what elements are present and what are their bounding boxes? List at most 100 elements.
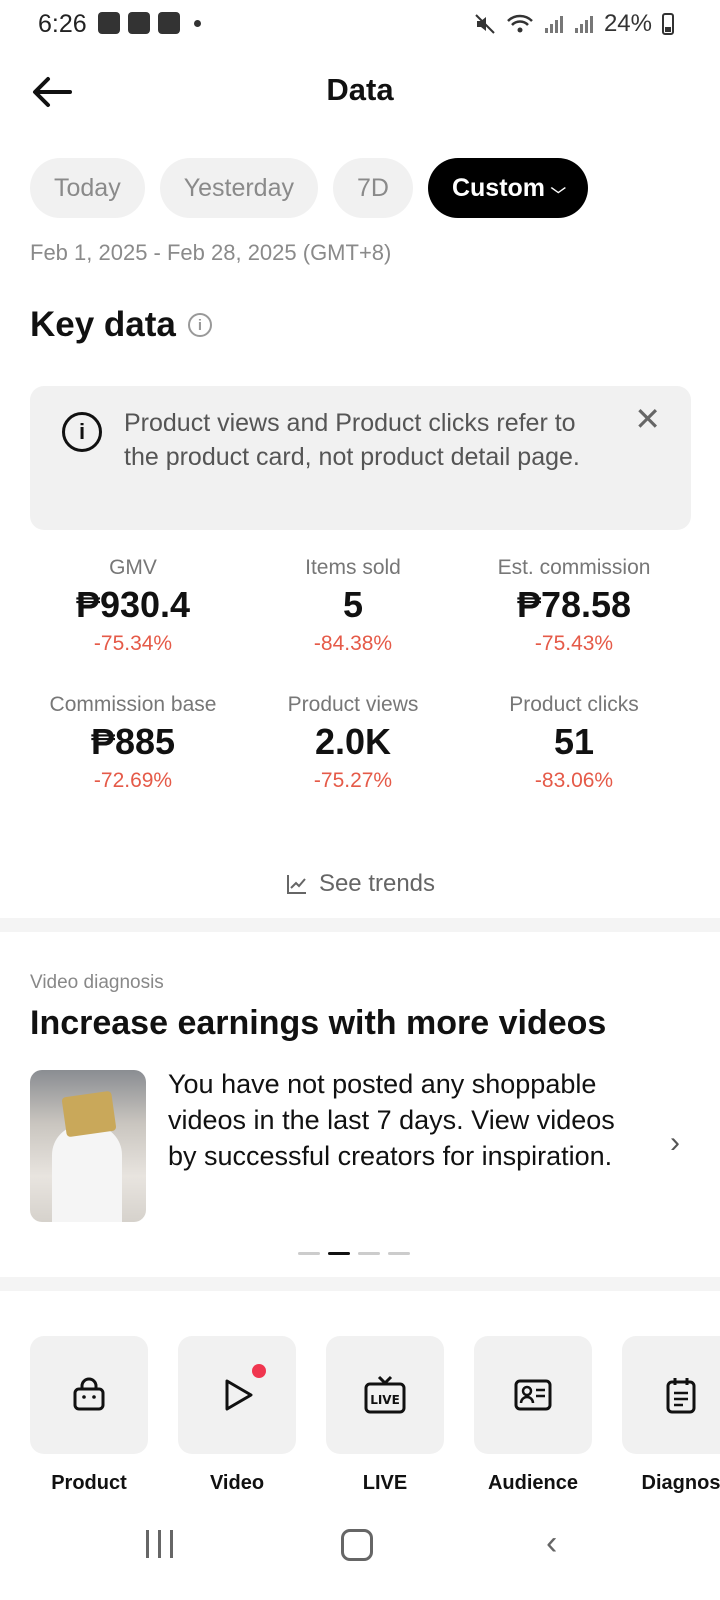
- metric-change: -75.43%: [534, 632, 614, 655]
- date-range: Feb 1, 2025 - Feb 28, 2025 (GMT+8): [30, 240, 392, 265]
- video-diagnosis-title: Increase earnings with more videos: [30, 1004, 607, 1042]
- section-divider: [0, 1277, 720, 1291]
- chip-7d[interactable]: 7D: [333, 158, 413, 218]
- svg-text:LIVE: LIVE: [370, 1393, 400, 1407]
- clipboard-icon: [666, 1378, 696, 1414]
- page-title: Data: [326, 72, 394, 107]
- tile-icon-box: [178, 1336, 296, 1454]
- metric-label: Product views: [287, 693, 419, 716]
- metric-est-commission[interactable]: Est. commission ₱78.58 -75.43%: [461, 556, 687, 656]
- tile-live[interactable]: LIVE LIVE: [326, 1336, 444, 1495]
- home-button[interactable]: [341, 1529, 373, 1561]
- battery-percent: 24%: [603, 10, 652, 37]
- carousel-dot: [358, 1252, 380, 1255]
- tile-label: Audience: [487, 1472, 579, 1494]
- recent-bar: [146, 1530, 149, 1558]
- tile-product[interactable]: Product: [30, 1336, 148, 1495]
- signal-icon-2: [574, 16, 593, 33]
- metric-label: Items sold: [305, 556, 401, 579]
- metric-value: 51: [553, 721, 595, 762]
- tile-diagnosis[interactable]: Diagnos: [622, 1336, 720, 1495]
- gallery-icon: [98, 12, 120, 34]
- metric-commission-base[interactable]: Commission base ₱885 -72.69%: [20, 693, 246, 793]
- battery-icon: [662, 13, 674, 35]
- more-notifications-icon: [194, 19, 201, 27]
- tile-label: LIVE: [362, 1472, 408, 1494]
- metric-value: ₱78.58: [516, 584, 632, 625]
- id-card-icon: [514, 1379, 552, 1411]
- carousel-dot: [298, 1252, 320, 1255]
- notification-icons: [98, 12, 201, 34]
- status-right: 24%: [474, 10, 674, 38]
- category-tiles: Product Video LIVE LIVE Audience Diagnos: [30, 1336, 720, 1495]
- thumbnail-object: [61, 1090, 117, 1138]
- metric-label: Commission base: [49, 693, 217, 716]
- metric-product-clicks[interactable]: Product clicks 51 -83.06%: [461, 693, 687, 793]
- live-tv-icon: LIVE: [364, 1375, 406, 1414]
- tile-icon-box: [30, 1336, 148, 1454]
- status-time: 6:26: [38, 10, 87, 38]
- mute-icon: [475, 14, 495, 34]
- notice-text: Product views and Product clicks refer t…: [124, 409, 580, 471]
- tile-icon-box: LIVE: [326, 1336, 444, 1454]
- tile-icon-box: [474, 1336, 592, 1454]
- metric-value: 2.0K: [314, 721, 392, 762]
- video-diagnosis-body: You have not posted any shoppable videos…: [168, 1069, 615, 1171]
- metric-change: -84.38%: [313, 632, 393, 655]
- metric-label: Product clicks: [509, 693, 639, 716]
- wifi-icon: [507, 14, 533, 33]
- chip-yesterday[interactable]: Yesterday: [159, 158, 318, 218]
- metric-value: ₱885: [90, 721, 176, 762]
- recent-bar: [158, 1530, 161, 1558]
- carousel-dot-active: [328, 1252, 350, 1255]
- tile-label: Video: [209, 1472, 265, 1494]
- shopping-bag-icon: [73, 1377, 105, 1411]
- video-thumbnail[interactable]: [30, 1070, 146, 1222]
- close-icon[interactable]: ✕: [634, 400, 661, 438]
- metric-product-views[interactable]: Product views 2.0K -75.27%: [240, 693, 466, 793]
- play-icon: [225, 1379, 253, 1411]
- tile-label: Product: [51, 1472, 127, 1494]
- metric-label: GMV: [109, 556, 157, 579]
- chip-custom[interactable]: Custom ⌵: [427, 158, 588, 218]
- metric-value: 5: [342, 584, 364, 625]
- chip-label: Yesterday: [183, 173, 294, 202]
- chip-label: 7D: [357, 173, 389, 202]
- metric-gmv[interactable]: GMV ₱930.4 -75.34%: [20, 556, 246, 656]
- info-notice: i Product views and Product clicks refer…: [30, 386, 691, 530]
- recent-bar: [170, 1530, 173, 1558]
- recent-apps-button[interactable]: [146, 1530, 173, 1558]
- metric-change: -72.69%: [93, 769, 173, 792]
- shop-icon: [128, 12, 150, 34]
- chevron-right-icon[interactable]: ›: [670, 1126, 680, 1160]
- carousel-dot: [388, 1252, 410, 1255]
- chip-label: Today: [54, 173, 121, 202]
- metric-label: Est. commission: [497, 556, 651, 579]
- date-filter-chips: Today Yesterday 7D Custom ⌵: [30, 158, 588, 218]
- tile-icon-box: [622, 1336, 720, 1454]
- chevron-down-icon: ⌵: [550, 179, 566, 196]
- info-icon[interactable]: i: [187, 313, 212, 337]
- nav-back-button[interactable]: ‹: [546, 1524, 557, 1563]
- metric-value: ₱930.4: [75, 584, 191, 625]
- metric-change: -83.06%: [534, 769, 614, 792]
- metric-change: -75.27%: [313, 769, 393, 792]
- section-title: Key data: [30, 305, 176, 344]
- see-trends-button[interactable]: See trends: [0, 870, 720, 898]
- section-divider: [0, 918, 720, 932]
- thumbnail-figure: [52, 1125, 122, 1222]
- tile-video[interactable]: Video: [178, 1336, 296, 1495]
- contact-icon: [158, 12, 180, 34]
- signal-icon: [544, 16, 563, 33]
- video-diagnosis-label: Video diagnosis: [30, 972, 164, 993]
- metric-change: -75.34%: [93, 632, 173, 655]
- line-chart-icon: [286, 875, 306, 894]
- chip-today[interactable]: Today: [30, 158, 145, 218]
- metric-items-sold[interactable]: Items sold 5 -84.38%: [240, 556, 466, 656]
- tile-audience[interactable]: Audience: [474, 1336, 592, 1495]
- tile-label: Diagnos: [641, 1472, 720, 1494]
- info-icon: i: [62, 412, 102, 452]
- notification-badge: [252, 1364, 266, 1378]
- chip-label: Custom: [451, 173, 546, 202]
- key-data-heading: Key data i: [30, 305, 212, 345]
